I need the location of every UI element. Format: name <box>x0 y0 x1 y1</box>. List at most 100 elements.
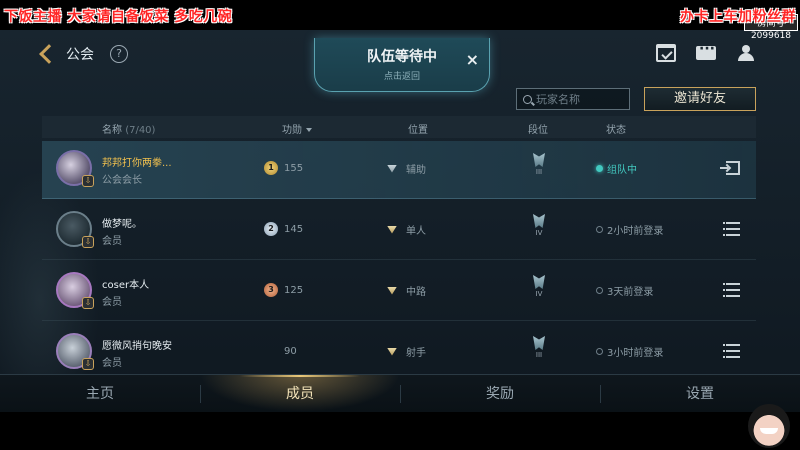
streamer-mascot-image <box>748 404 790 448</box>
member-role: 公会会长 <box>102 175 142 186</box>
position-label: 中路 <box>406 287 426 298</box>
queue-subtitle: 点击返回 <box>383 72 420 82</box>
member-name: 邦邦打你两拳... <box>102 158 172 169</box>
status-label: 2小时前登录 <box>607 226 664 237</box>
bottom-letterbox <box>0 412 800 450</box>
tab-members[interactable]: 成员 <box>200 375 400 412</box>
col-status: 状态 <box>606 125 626 136</box>
guild-screen: 公会 ? 队伍等待中 点击返回 × 邀请好友 名称 (7/40) 功勋 位置 <box>0 30 800 412</box>
tier-emblem-icon <box>533 153 545 167</box>
back-arrow-icon <box>39 44 59 64</box>
menu-icon[interactable] <box>723 222 740 236</box>
status-dot-icon <box>596 287 603 294</box>
back-button[interactable]: 公会 ? <box>39 44 128 64</box>
status-dot-icon <box>596 348 603 355</box>
rank-medal-icon <box>264 344 278 358</box>
member-status: 组队中 <box>596 161 637 176</box>
member-position: 中路 <box>386 283 426 298</box>
marksman-role-icon <box>386 346 398 358</box>
tier-level: III <box>535 351 543 359</box>
col-name: 名称 (7/40) <box>102 125 156 136</box>
invite-friends-button[interactable]: 邀请好友 <box>644 87 756 111</box>
search-box[interactable] <box>516 88 630 110</box>
member-count: (7/40) <box>125 125 156 136</box>
col-tier: 段位 <box>528 125 548 136</box>
rank-medal-icon: 3 <box>264 283 278 297</box>
top-icon-group <box>656 41 756 62</box>
member-name: coser本人 <box>102 280 150 291</box>
member-role: 会员 <box>102 297 122 308</box>
member-badge-icon: ⇩ <box>82 236 94 248</box>
score-value: 125 <box>284 284 304 296</box>
room-number: 2099618 <box>750 31 792 41</box>
status-dot-icon <box>596 226 603 233</box>
exit-icon[interactable] <box>720 161 740 175</box>
member-score: 90 <box>264 344 297 358</box>
tab-home[interactable]: 主页 <box>0 375 200 412</box>
member-badge-icon: ⇩ <box>82 358 94 370</box>
score-value: 145 <box>284 223 304 235</box>
member-role: 会员 <box>102 236 122 247</box>
score-value: 90 <box>284 345 297 357</box>
score-value: 155 <box>284 162 304 174</box>
tier-emblem-icon <box>533 336 545 350</box>
member-status: 3小时前登录 <box>596 344 663 359</box>
member-tier: III <box>532 153 546 176</box>
stream-banner-right: 办卡上车加粉丝群 <box>680 9 796 25</box>
sort-desc-icon <box>306 128 312 132</box>
tasks-icon[interactable] <box>656 44 676 62</box>
menu-icon[interactable] <box>723 344 740 358</box>
tier-level: IV <box>535 290 543 298</box>
help-icon[interactable]: ? <box>110 45 128 63</box>
friends-icon[interactable] <box>736 44 756 62</box>
status-label: 组队中 <box>607 165 637 176</box>
member-score: 2 145 <box>264 222 303 236</box>
menu-icon[interactable] <box>723 283 740 297</box>
top-bar: 公会 ? 队伍等待中 点击返回 × <box>0 30 800 92</box>
member-name: 做梦呢。 <box>102 219 142 230</box>
position-label: 辅助 <box>406 165 426 176</box>
member-badge-icon: ⇩ <box>82 175 94 187</box>
stream-banner-left: 下饭主播 大家请自备饭菜 多吃几碗 <box>4 9 233 25</box>
queue-close-icon[interactable]: × <box>466 50 479 69</box>
tier-emblem-icon <box>533 275 545 289</box>
col-score[interactable]: 功勋 <box>282 121 312 136</box>
status-label: 3小时前登录 <box>607 348 664 359</box>
member-position: 辅助 <box>386 161 426 176</box>
bottom-tab-bar: 主页 成员 奖励 设置 <box>0 374 800 412</box>
member-position: 单人 <box>386 222 426 237</box>
table-row[interactable]: ⇩ coser本人 会员 3 125 中路 IV 3天前登录 <box>42 263 756 321</box>
queue-status-panel[interactable]: 队伍等待中 点击返回 × <box>314 38 490 92</box>
member-tier: IV <box>532 275 546 298</box>
page-title: 公会 <box>66 47 94 63</box>
chat-icon[interactable] <box>696 41 716 60</box>
member-status: 2小时前登录 <box>596 222 663 237</box>
mid-role-icon <box>386 285 398 297</box>
solo-role-icon <box>386 224 398 236</box>
position-label: 射手 <box>406 348 426 359</box>
member-role: 会员 <box>102 358 122 369</box>
member-table: 名称 (7/40) 功勋 位置 段位 状态 ⇩ 邦邦打你两拳... 公会会长 1 155… <box>42 116 756 382</box>
member-tier: IV <box>532 214 546 237</box>
search-icon <box>523 94 532 104</box>
col-position: 位置 <box>408 125 428 136</box>
tier-level: IV <box>535 229 543 237</box>
queue-title: 队伍等待中 <box>367 49 437 65</box>
tier-emblem-icon <box>533 214 545 228</box>
search-input[interactable] <box>536 92 626 106</box>
member-badge-icon: ⇩ <box>82 297 94 309</box>
tier-level: III <box>535 168 543 176</box>
table-row[interactable]: ⇩ 邦邦打你两拳... 公会会长 1 155 辅助 III 组队中 <box>42 141 756 199</box>
status-label: 3天前登录 <box>607 287 654 298</box>
tab-rewards[interactable]: 奖励 <box>400 375 600 412</box>
member-status: 3天前登录 <box>596 283 653 298</box>
member-score: 1 155 <box>264 161 303 175</box>
status-dot-icon <box>596 165 603 172</box>
member-position: 射手 <box>386 344 426 359</box>
table-header: 名称 (7/40) 功勋 位置 段位 状态 <box>42 116 756 138</box>
member-tier: III <box>532 336 546 359</box>
table-row[interactable]: ⇩ 做梦呢。会员 2 145 单人 IV 2小时前登录 <box>42 202 756 260</box>
support-role-icon <box>386 163 398 175</box>
member-score: 3 125 <box>264 283 303 297</box>
position-label: 单人 <box>406 226 426 237</box>
